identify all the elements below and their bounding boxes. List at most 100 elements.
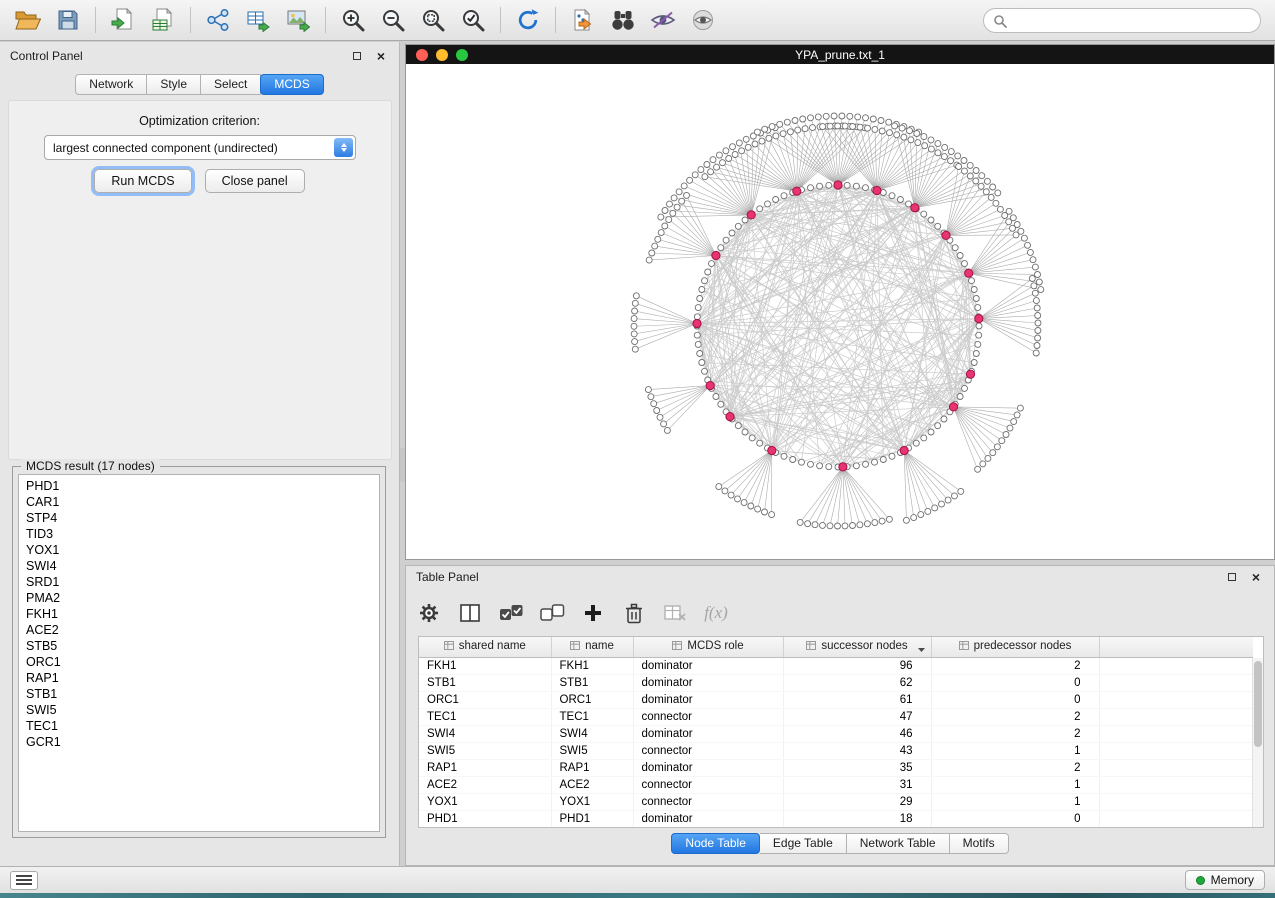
network-node[interactable] bbox=[1003, 432, 1009, 438]
network-node[interactable] bbox=[935, 141, 941, 147]
network-node[interactable] bbox=[781, 193, 787, 199]
network-node[interactable] bbox=[855, 114, 861, 120]
network-node[interactable] bbox=[915, 140, 921, 146]
network-node[interactable] bbox=[812, 522, 818, 528]
network-node[interactable] bbox=[911, 515, 917, 521]
network-node[interactable] bbox=[708, 169, 714, 175]
cell-predecessors[interactable]: 2 bbox=[931, 759, 1099, 776]
network-node[interactable] bbox=[990, 450, 996, 456]
network-node[interactable] bbox=[739, 148, 745, 154]
network-node[interactable] bbox=[817, 183, 823, 189]
chevron-down-icon[interactable] bbox=[917, 644, 926, 656]
network-node[interactable] bbox=[732, 152, 738, 158]
network-node[interactable] bbox=[726, 156, 732, 162]
network-node[interactable] bbox=[842, 523, 848, 529]
network-node[interactable] bbox=[792, 118, 798, 124]
network-node[interactable] bbox=[863, 185, 869, 191]
cell-role[interactable]: dominator bbox=[633, 657, 783, 674]
network-node[interactable] bbox=[662, 208, 668, 214]
network-node[interactable] bbox=[984, 178, 990, 184]
network-node[interactable] bbox=[729, 230, 735, 236]
network-node[interactable] bbox=[990, 184, 996, 190]
network-hub-node[interactable] bbox=[726, 413, 734, 421]
cell-successors[interactable]: 43 bbox=[783, 742, 931, 759]
network-node[interactable] bbox=[671, 195, 677, 201]
cell-role[interactable]: connector bbox=[633, 793, 783, 810]
mcds-result-item[interactable]: STB1 bbox=[26, 686, 372, 702]
column-header-predecessor-nodes[interactable]: predecessor nodes bbox=[931, 637, 1099, 657]
cell-predecessors[interactable]: 1 bbox=[931, 742, 1099, 759]
network-hub-node[interactable] bbox=[911, 204, 919, 212]
network-node[interactable] bbox=[633, 293, 639, 299]
network-node[interactable] bbox=[941, 416, 947, 422]
mcds-result-item[interactable]: CAR1 bbox=[26, 494, 372, 510]
network-node[interactable] bbox=[993, 200, 999, 206]
tab-network[interactable]: Network bbox=[75, 74, 147, 95]
network-node[interactable] bbox=[823, 113, 829, 119]
network-node[interactable] bbox=[661, 421, 667, 427]
network-node[interactable] bbox=[742, 217, 748, 223]
network-node[interactable] bbox=[736, 140, 742, 146]
network-node[interactable] bbox=[853, 463, 859, 469]
network-node[interactable] bbox=[676, 189, 682, 195]
network-node[interactable] bbox=[658, 214, 664, 220]
network-node[interactable] bbox=[870, 116, 876, 122]
network-node[interactable] bbox=[1034, 343, 1040, 349]
cell-name[interactable]: FKH1 bbox=[551, 657, 633, 674]
network-node[interactable] bbox=[850, 124, 856, 130]
network-node[interactable] bbox=[662, 223, 668, 229]
network-node[interactable] bbox=[973, 168, 979, 174]
network-node[interactable] bbox=[1030, 257, 1036, 263]
network-node[interactable] bbox=[975, 305, 981, 311]
table-row[interactable]: PHD1PHD1dominator180 bbox=[419, 810, 1253, 827]
network-node[interactable] bbox=[815, 114, 821, 120]
tab-motifs[interactable]: Motifs bbox=[950, 833, 1009, 854]
network-node[interactable] bbox=[773, 197, 779, 203]
network-node[interactable] bbox=[935, 423, 941, 429]
network-node[interactable] bbox=[716, 152, 722, 158]
status-menu-button[interactable] bbox=[10, 871, 38, 890]
cell-role[interactable]: dominator bbox=[633, 691, 783, 708]
network-node[interactable] bbox=[697, 296, 703, 302]
column-header-MCDS-role[interactable]: MCDS role bbox=[633, 637, 783, 657]
mcds-result-item[interactable]: FKH1 bbox=[26, 606, 372, 622]
import-network-button[interactable] bbox=[103, 3, 143, 37]
network-node[interactable] bbox=[892, 123, 898, 129]
network-node[interactable] bbox=[752, 141, 758, 147]
cell-shared_name[interactable]: SWI4 bbox=[419, 725, 551, 742]
mcds-result-item[interactable]: ACE2 bbox=[26, 622, 372, 638]
network-node[interactable] bbox=[805, 521, 811, 527]
cell-role[interactable]: dominator bbox=[633, 725, 783, 742]
network-node[interactable] bbox=[908, 137, 914, 143]
cell-role[interactable]: dominator bbox=[633, 674, 783, 691]
search-box[interactable] bbox=[983, 8, 1261, 33]
network-node[interactable] bbox=[921, 134, 927, 140]
network-node[interactable] bbox=[802, 126, 808, 132]
network-node[interactable] bbox=[962, 385, 968, 391]
network-node[interactable] bbox=[958, 488, 964, 494]
cell-successors[interactable]: 18 bbox=[783, 810, 931, 827]
cell-predecessors[interactable]: 2 bbox=[931, 657, 1099, 674]
cell-name[interactable]: STB1 bbox=[551, 674, 633, 691]
network-node[interactable] bbox=[684, 192, 690, 198]
network-node[interactable] bbox=[790, 457, 796, 463]
close-window-icon[interactable] bbox=[416, 49, 428, 61]
network-node[interactable] bbox=[709, 261, 715, 267]
network-node[interactable] bbox=[1033, 298, 1039, 304]
zoom-selected-button[interactable] bbox=[453, 3, 493, 37]
cell-successors[interactable]: 96 bbox=[783, 657, 931, 674]
network-node[interactable] bbox=[1032, 290, 1038, 296]
network-node[interactable] bbox=[886, 516, 892, 522]
network-node[interactable] bbox=[681, 183, 687, 189]
network-node[interactable] bbox=[745, 144, 751, 150]
network-node[interactable] bbox=[762, 509, 768, 515]
cell-successors[interactable]: 35 bbox=[783, 759, 931, 776]
maximize-window-icon[interactable] bbox=[456, 49, 468, 61]
network-node[interactable] bbox=[999, 438, 1005, 444]
network-node[interactable] bbox=[810, 125, 816, 131]
network-node[interactable] bbox=[886, 119, 892, 125]
network-node[interactable] bbox=[976, 323, 982, 329]
network-node[interactable] bbox=[985, 455, 991, 461]
network-node[interactable] bbox=[865, 125, 871, 131]
network-node[interactable] bbox=[781, 453, 787, 459]
